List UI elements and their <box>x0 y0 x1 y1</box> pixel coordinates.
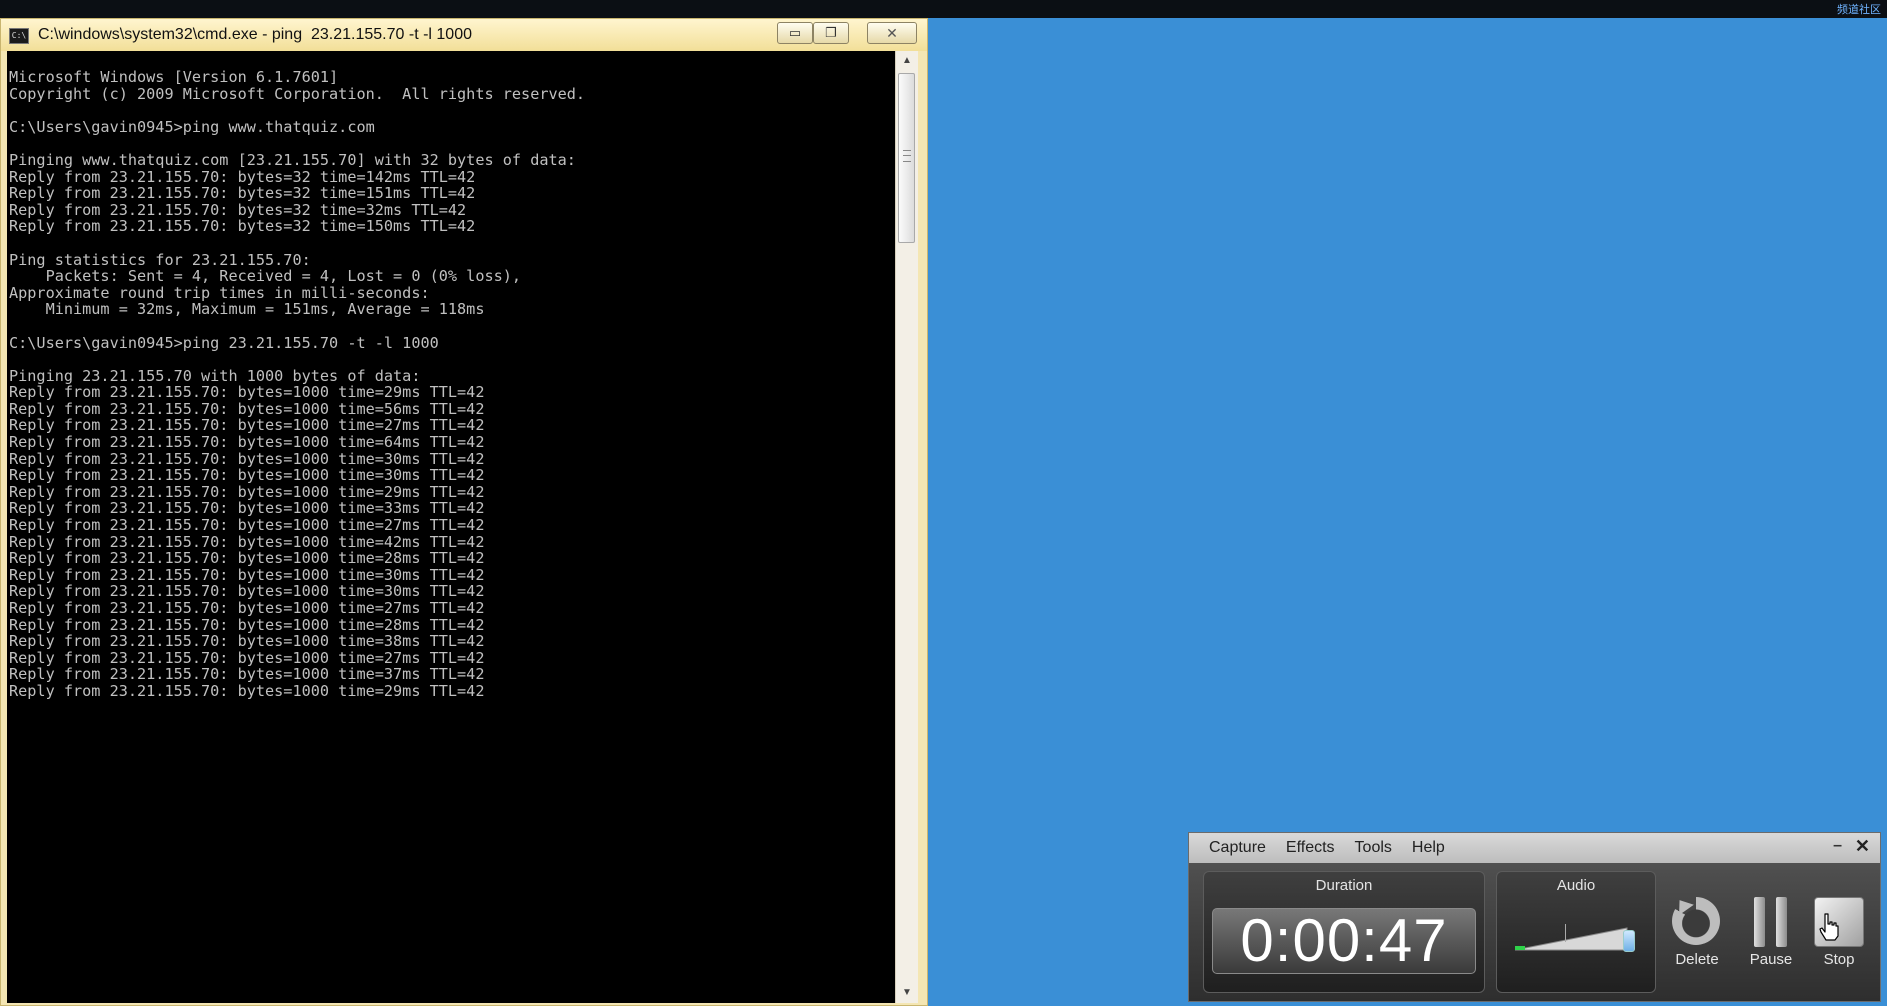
console-line: Reply from 23.21.155.70: bytes=1000 time… <box>9 516 485 535</box>
console-line: Reply from 23.21.155.70: bytes=1000 time… <box>9 549 485 568</box>
console-line: Approximate round trip times in milli-se… <box>9 283 430 302</box>
audio-level-wedge <box>1515 927 1628 951</box>
delete-button[interactable]: Delete <box>1666 887 1728 987</box>
console-line: Reply from 23.21.155.70: bytes=1000 time… <box>9 532 485 551</box>
console-line: Packets: Sent = 4, Received = 4, Lost = … <box>9 267 522 286</box>
scroll-thumb[interactable] <box>898 73 915 243</box>
console-line: Pinging 23.21.155.70 with 1000 bytes of … <box>9 366 421 385</box>
cmd-titlebar[interactable]: C:\ C:\windows\system32\cmd.exe - ping 2… <box>1 19 927 51</box>
console-line: Reply from 23.21.155.70: bytes=1000 time… <box>9 565 485 584</box>
console-line: Reply from 23.21.155.70: bytes=1000 time… <box>9 499 485 518</box>
console-text: Microsoft Windows [Version 6.1.7601] Cop… <box>7 51 895 700</box>
pause-label: Pause <box>1749 951 1793 968</box>
corner-watermark: 频道社区 <box>1837 3 1881 16</box>
scroll-grip-icon <box>903 150 911 162</box>
recorder-menu: Capture Effects Tools Help <box>1199 838 1455 858</box>
audio-level-slider[interactable] <box>1515 916 1643 970</box>
console-line: Reply from 23.21.155.70: bytes=1000 time… <box>9 416 485 435</box>
window-title: C:\windows\system32\cmd.exe - ping 23.21… <box>38 26 472 43</box>
vertical-scrollbar[interactable]: ▲ ▼ <box>895 51 918 1003</box>
menu-effects[interactable]: Effects <box>1276 838 1345 858</box>
recorder-minimize-button[interactable]: – <box>1833 837 1842 855</box>
console-line: Reply from 23.21.155.70: bytes=1000 time… <box>9 648 485 667</box>
console-line: Reply from 23.21.155.70: bytes=1000 time… <box>9 433 485 452</box>
console-line: Reply from 23.21.155.70: bytes=1000 time… <box>9 615 485 634</box>
console-line: Reply from 23.21.155.70: bytes=1000 time… <box>9 582 485 601</box>
duration-panel: Duration 0:00:47 <box>1203 871 1485 993</box>
console-line: Reply from 23.21.155.70: bytes=32 time=1… <box>9 217 476 236</box>
scroll-up-arrow-icon[interactable]: ▲ <box>896 51 918 71</box>
pause-button[interactable]: Pause <box>1740 887 1802 987</box>
minimize-button[interactable]: ▭ <box>777 22 813 44</box>
stop-label: Stop <box>1823 951 1855 968</box>
audio-slider-knob[interactable] <box>1623 930 1635 952</box>
cmd-window[interactable]: C:\ C:\windows\system32\cmd.exe - ping 2… <box>0 18 928 1006</box>
console-line: Reply from 23.21.155.70: bytes=32 time=1… <box>9 167 476 186</box>
console-line: Reply from 23.21.155.70: bytes=1000 time… <box>9 681 485 700</box>
duration-timer: 0:00:47 <box>1212 908 1476 974</box>
console-line: Microsoft Windows [Version 6.1.7601] <box>9 68 339 86</box>
console-line: Reply from 23.21.155.70: bytes=1000 time… <box>9 399 485 418</box>
pause-icon <box>1754 897 1788 947</box>
duration-label: Duration <box>1315 877 1373 894</box>
recorder-body: Duration 0:00:47 Audio Delete Pause Stop <box>1189 863 1880 1001</box>
recorder-widget[interactable]: Capture Effects Tools Help – ✕ Duration … <box>1188 832 1881 1002</box>
console-line: Pinging www.thatquiz.com [23.21.155.70] … <box>9 150 576 169</box>
console-line: Reply from 23.21.155.70: bytes=1000 time… <box>9 665 485 684</box>
console-line: Reply from 23.21.155.70: bytes=1000 time… <box>9 466 485 485</box>
console-line: Reply from 23.21.155.70: bytes=32 time=3… <box>9 200 467 219</box>
delete-icon <box>1672 897 1720 945</box>
console-line: Minimum = 32ms, Maximum = 151ms, Average… <box>9 300 485 319</box>
recorder-menubar: Capture Effects Tools Help – ✕ <box>1189 833 1880 863</box>
console-line: Reply from 23.21.155.70: bytes=32 time=1… <box>9 184 476 203</box>
console-output[interactable]: Microsoft Windows [Version 6.1.7601] Cop… <box>7 51 895 1003</box>
recorder-close-button[interactable]: ✕ <box>1855 836 1870 857</box>
audio-panel: Audio <box>1496 871 1656 993</box>
cmd-app-icon[interactable]: C:\ <box>9 28 29 44</box>
menu-help[interactable]: Help <box>1402 838 1455 858</box>
hand-cursor-icon <box>1819 913 1839 941</box>
console-line: Reply from 23.21.155.70: bytes=1000 time… <box>9 482 485 501</box>
console-line: Ping statistics for 23.21.155.70: <box>9 250 311 269</box>
close-button[interactable]: ✕ <box>867 22 917 44</box>
scroll-down-arrow-icon[interactable]: ▼ <box>896 983 918 1003</box>
console-line: Reply from 23.21.155.70: bytes=1000 time… <box>9 449 485 468</box>
audio-label: Audio <box>1556 877 1596 894</box>
console-line: C:\Users\gavin0945>ping www.thatquiz.com <box>9 117 375 136</box>
console-line: Copyright (c) 2009 Microsoft Corporation… <box>9 84 586 103</box>
delete-label: Delete <box>1675 951 1719 968</box>
audio-meter-tick <box>1565 924 1566 942</box>
menu-tools[interactable]: Tools <box>1345 838 1402 858</box>
menu-capture[interactable]: Capture <box>1199 838 1276 858</box>
console-line: Reply from 23.21.155.70: bytes=1000 time… <box>9 599 485 617</box>
top-strip <box>0 0 1887 18</box>
console-line: Reply from 23.21.155.70: bytes=1000 time… <box>9 383 485 402</box>
maximize-button[interactable]: ❐ <box>813 22 849 44</box>
console-line: C:\Users\gavin0945>ping 23.21.155.70 -t … <box>9 333 439 352</box>
console-line: Reply from 23.21.155.70: bytes=1000 time… <box>9 632 485 651</box>
